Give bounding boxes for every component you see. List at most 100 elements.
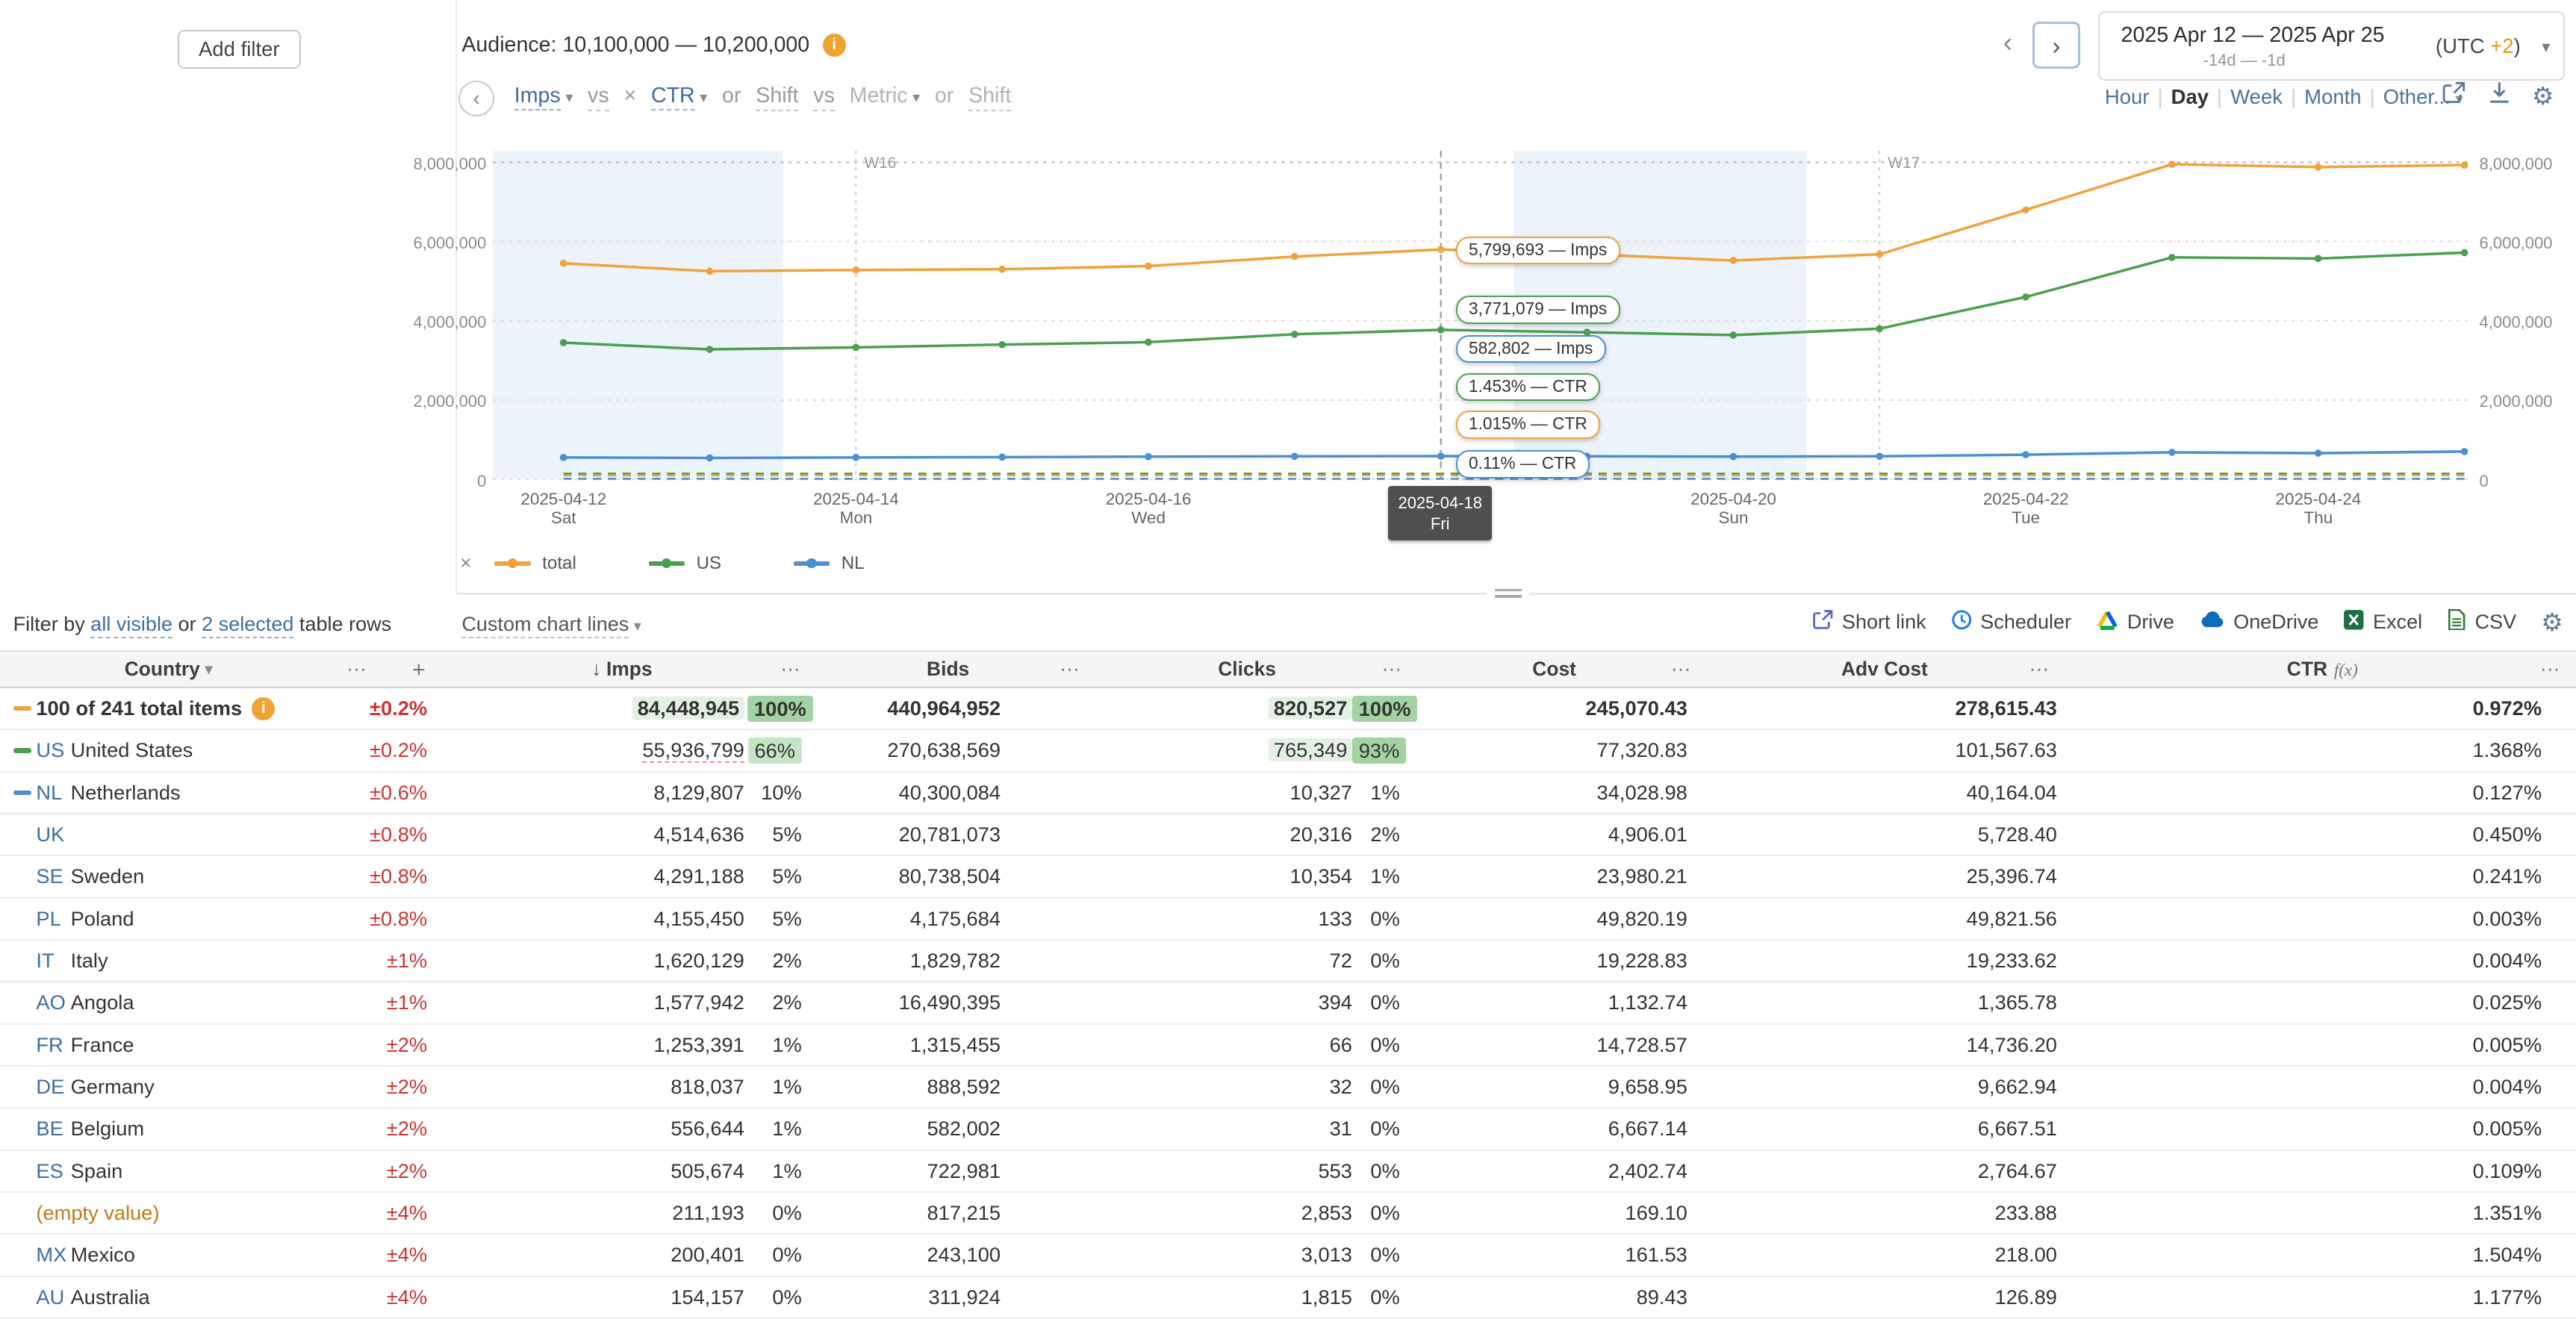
add-column-button[interactable]: + bbox=[412, 656, 426, 683]
filter-selected-link[interactable]: 2 selected bbox=[202, 613, 293, 638]
download-icon[interactable] bbox=[2488, 81, 2511, 112]
granularity-month[interactable]: Month bbox=[2304, 85, 2361, 108]
metric-3-dropdown[interactable]: Metric▾ bbox=[850, 84, 920, 108]
uncertainty-value: ±1% bbox=[337, 991, 434, 1014]
country-code-link[interactable]: SE bbox=[36, 864, 70, 888]
column-menu-icon[interactable]: ⋯ bbox=[1671, 658, 1690, 681]
country-code-link[interactable]: FR bbox=[36, 1033, 70, 1057]
column-menu-icon[interactable]: ⋯ bbox=[1060, 658, 1079, 681]
onedrive-button[interactable]: OneDrive bbox=[2199, 610, 2318, 634]
metric-1-dropdown[interactable]: Imps▾ bbox=[514, 84, 573, 108]
column-header-clicks[interactable]: Clicks ⋯ bbox=[1086, 652, 1407, 687]
table-row[interactable]: ITItaly±1%1,620,1292%1,829,782720%19,228… bbox=[0, 941, 2576, 982]
bids-value: 80,738,504 bbox=[810, 864, 1001, 888]
table-row[interactable]: (empty value)±4%211,1930%817,2152,8530%1… bbox=[0, 1193, 2576, 1235]
custom-chart-lines-dropdown[interactable]: Custom chart lines▾ bbox=[461, 613, 641, 636]
granularity-day[interactable]: Day bbox=[2171, 85, 2209, 108]
table-row[interactable]: USUnited States±0.2%55,936,79966%270,638… bbox=[0, 730, 2576, 772]
vs-toggle-2[interactable]: vs bbox=[813, 84, 835, 111]
country-code-link[interactable]: AO bbox=[36, 991, 70, 1014]
column-header-bids[interactable]: Bids ⋯ bbox=[810, 652, 1086, 687]
column-menu-icon[interactable]: ⋯ bbox=[346, 658, 366, 681]
info-icon[interactable]: i bbox=[252, 697, 275, 720]
bids-value: 817,215 bbox=[810, 1201, 1001, 1225]
legend-close-icon[interactable]: × bbox=[460, 552, 471, 575]
table-row[interactable]: DEGermany±2%818,0371%888,592320%9,658.95… bbox=[0, 1067, 2576, 1108]
prev-range-button[interactable]: ‹ bbox=[1991, 26, 2024, 58]
date-range-picker[interactable]: 2025 Apr 12 — 2025 Apr 25 -14d — -1d (UT… bbox=[2098, 11, 2565, 80]
excel-button[interactable]: Excel bbox=[2343, 609, 2422, 636]
column-menu-icon[interactable]: ⋯ bbox=[1382, 658, 1401, 681]
legend-label: NL bbox=[841, 553, 865, 574]
legend-label: US bbox=[696, 553, 721, 574]
country-code-link[interactable]: UK bbox=[36, 823, 70, 846]
shift-toggle[interactable]: Shift bbox=[756, 84, 798, 111]
granularity-week[interactable]: Week bbox=[2230, 85, 2283, 108]
country-code-link[interactable]: US bbox=[36, 738, 70, 762]
gear-icon[interactable]: ⚙ bbox=[2532, 81, 2554, 110]
indicator-spacer bbox=[13, 874, 31, 879]
metric-2-dropdown[interactable]: CTR▾ bbox=[651, 84, 707, 108]
table-row[interactable]: AUAustralia±4%154,1570%311,9241,8150%89.… bbox=[0, 1277, 2576, 1319]
legend-item-US[interactable]: US bbox=[649, 553, 721, 574]
imps-percent: 5% bbox=[747, 864, 810, 888]
column-menu-icon[interactable]: ⋯ bbox=[780, 658, 800, 681]
table-row[interactable]: PLPoland±0.8%4,155,4505%4,175,6841330%49… bbox=[0, 899, 2576, 941]
country-code-link[interactable]: BE bbox=[36, 1117, 70, 1141]
next-range-button[interactable]: › bbox=[2032, 22, 2080, 69]
table-row[interactable]: AOAngola±1%1,577,9422%16,490,3953940%1,1… bbox=[0, 982, 2576, 1024]
table-row[interactable]: MXMexico±4%200,4010%243,1003,0130%161.53… bbox=[0, 1235, 2576, 1276]
column-header-imps[interactable]: ↓Imps ⋯ bbox=[434, 652, 810, 687]
column-header-cost[interactable]: Cost ⋯ bbox=[1408, 652, 1701, 687]
indicator-spacer bbox=[13, 1085, 31, 1090]
country-code-link[interactable]: PL bbox=[36, 907, 70, 931]
open-in-new-icon[interactable] bbox=[2442, 81, 2466, 112]
table-row[interactable]: BEBelgium±2%556,6441%582,002310%6,667.14… bbox=[0, 1108, 2576, 1150]
collapse-panel-button[interactable]: ‹ bbox=[458, 81, 494, 116]
filter-all-visible-link[interactable]: all visible bbox=[90, 613, 172, 638]
imps-percent: 100% bbox=[747, 696, 810, 722]
legend-item-NL[interactable]: NL bbox=[794, 553, 865, 574]
shift-toggle-2[interactable]: Shift bbox=[968, 84, 1011, 111]
table-row[interactable]: ESSpain±2%505,6741%722,9815530%2,402.742… bbox=[0, 1151, 2576, 1193]
country-code-link[interactable]: ES bbox=[36, 1159, 70, 1183]
country-code-link[interactable]: NL bbox=[36, 781, 70, 805]
table-row[interactable]: NLNetherlands±0.6%8,129,80710%40,300,084… bbox=[0, 773, 2576, 814]
resize-handle[interactable] bbox=[1487, 584, 1529, 601]
country-code-link[interactable]: AU bbox=[36, 1285, 70, 1309]
country-code-link[interactable]: DE bbox=[36, 1075, 70, 1099]
adv-cost-value: 126.89 bbox=[1700, 1285, 2068, 1309]
info-icon[interactable]: i bbox=[823, 34, 846, 57]
drive-button[interactable]: Drive bbox=[2096, 609, 2174, 636]
column-header-ctr[interactable]: CTRf(x) ⋯ bbox=[2068, 652, 2576, 687]
table-row[interactable]: 100 of 241 total itemsi±0.2%84,448,94510… bbox=[0, 688, 2576, 730]
scheduler-button[interactable]: Scheduler bbox=[1951, 609, 2071, 636]
country-code-link[interactable]: MX bbox=[36, 1243, 70, 1267]
gear-icon[interactable]: ⚙ bbox=[2541, 608, 2563, 637]
column-header-country[interactable]: Country▾ bbox=[0, 652, 337, 687]
table-row[interactable]: SESweden±0.8%4,291,1885%80,738,50410,354… bbox=[0, 856, 2576, 898]
column-header-adv-cost[interactable]: Adv Cost ⋯ bbox=[1700, 652, 2068, 687]
clicks-value: 20,316 bbox=[1086, 823, 1351, 846]
column-menu-icon[interactable]: ⋯ bbox=[2029, 658, 2049, 681]
granularity-hour[interactable]: Hour bbox=[2105, 85, 2150, 108]
clicks-percent: 1% bbox=[1352, 781, 1408, 805]
country-code-link[interactable]: IT bbox=[36, 949, 70, 973]
table-row[interactable]: FRFrance±2%1,253,3911%1,315,455660%14,72… bbox=[0, 1025, 2576, 1067]
remove-metric-icon[interactable]: × bbox=[623, 84, 636, 108]
add-filter-button[interactable]: Add filter bbox=[178, 30, 301, 69]
ctr-value: 0.109% bbox=[2068, 1159, 2542, 1183]
imps-value: 505,674 bbox=[434, 1159, 747, 1183]
csv-button[interactable]: CSV bbox=[2447, 609, 2516, 636]
chevron-down-icon: ▾ bbox=[205, 661, 212, 679]
short-link-button[interactable]: Short link bbox=[1812, 609, 1926, 636]
country-cell: 100 of 241 total itemsi bbox=[0, 696, 337, 720]
column-menu-icon[interactable]: ⋯ bbox=[2540, 658, 2560, 681]
granularity-other[interactable]: Other... bbox=[2383, 85, 2451, 108]
vs-toggle[interactable]: vs bbox=[588, 84, 609, 111]
clicks-value: 31 bbox=[1086, 1117, 1351, 1141]
legend-item-total[interactable]: total bbox=[494, 553, 576, 574]
indicator-spacer bbox=[13, 917, 31, 922]
clicks-percent: 2% bbox=[1352, 823, 1408, 846]
table-row[interactable]: UK±0.8%4,514,6365%20,781,07320,3162%4,90… bbox=[0, 814, 2576, 856]
